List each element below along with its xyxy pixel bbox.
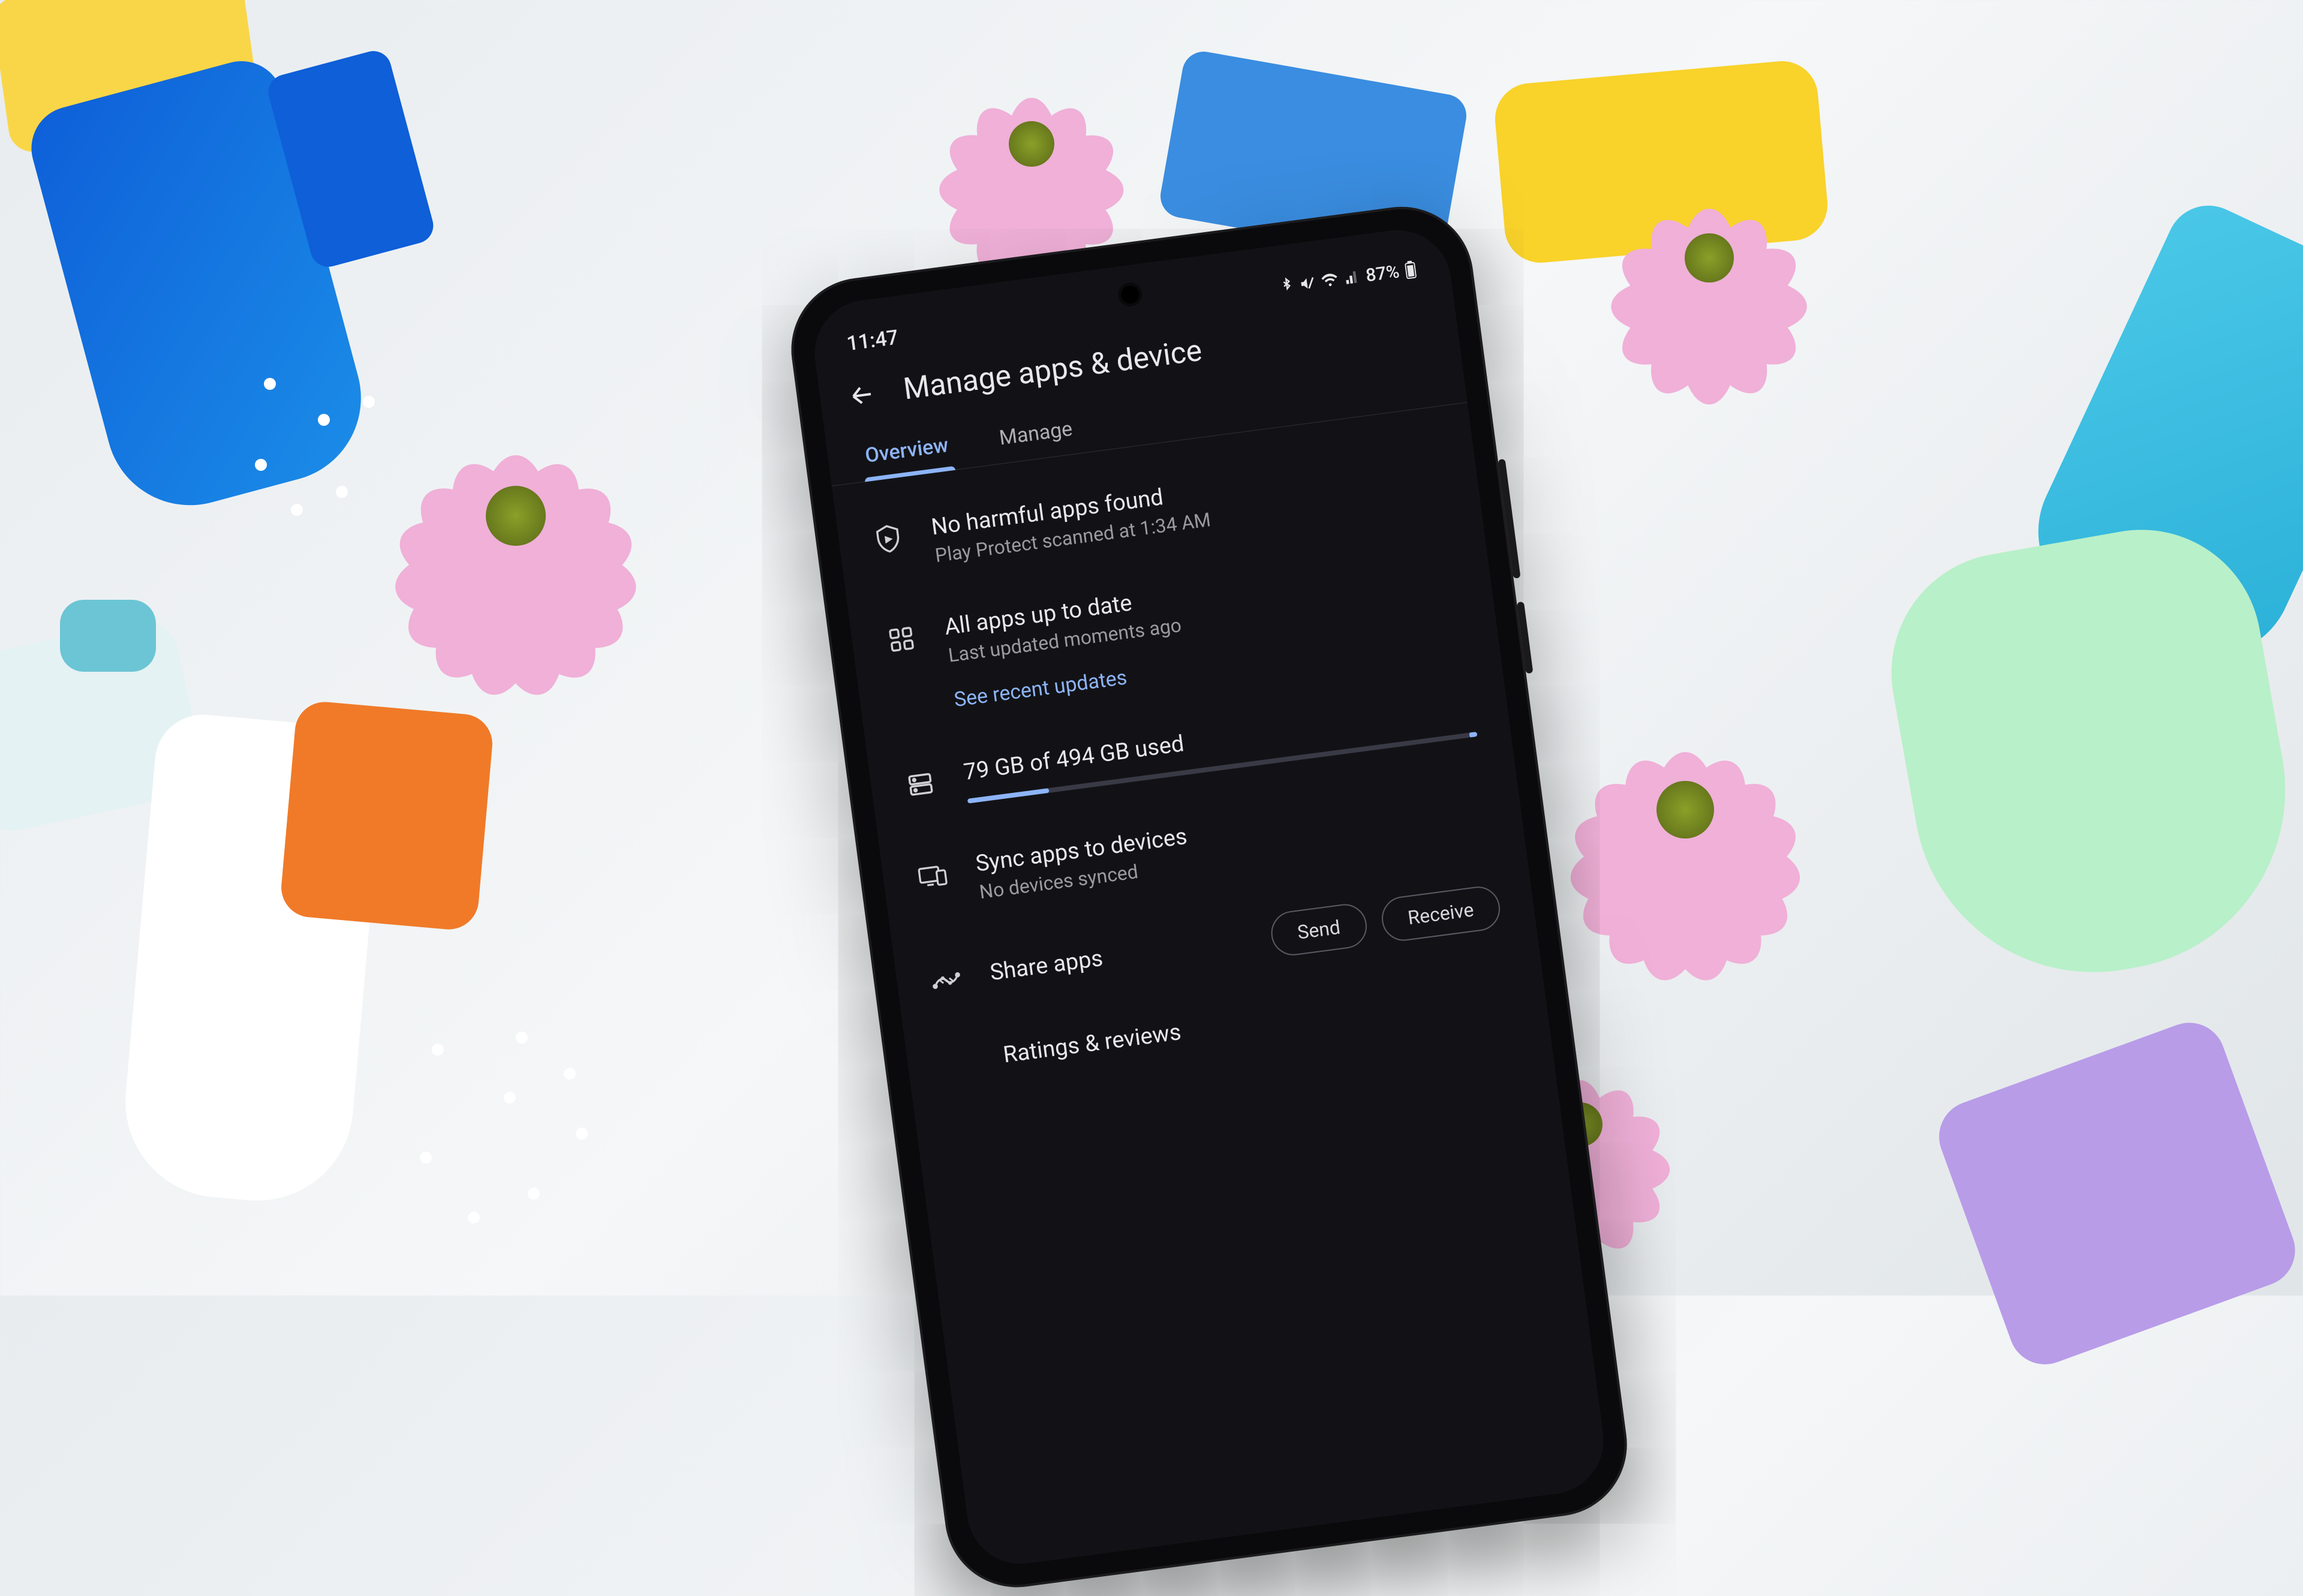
battery-icon — [1404, 260, 1417, 279]
bg-babys-breath-1 — [228, 360, 408, 540]
arrow-back-icon — [847, 380, 877, 410]
status-time: 11:47 — [845, 325, 900, 356]
mute-icon — [1298, 275, 1316, 292]
battery-percent: 87% — [1364, 261, 1400, 286]
bg-glove-green — [1872, 511, 2303, 1001]
send-button[interactable]: Send — [1268, 901, 1369, 958]
shield-icon — [871, 522, 906, 557]
bg-squeegee-purple — [1929, 1012, 2303, 1374]
bg-flower-1 — [390, 390, 642, 642]
phone-volume-button — [1498, 459, 1521, 579]
receive-button[interactable]: Receive — [1379, 884, 1502, 943]
bg-brush-handle — [60, 600, 156, 672]
bg-flower-4 — [1565, 690, 1805, 930]
see-recent-updates-link[interactable]: See recent updates — [952, 666, 1128, 713]
phone-screen: 11:47 87% — [808, 224, 1610, 1570]
storage-icon — [903, 767, 938, 802]
apps-grid-icon — [884, 622, 919, 657]
storage-progress-dot — [1469, 732, 1477, 740]
share-apps-label: Share apps — [988, 927, 1244, 986]
bg-babys-breath-2 — [384, 1020, 624, 1260]
wifi-icon — [1319, 272, 1339, 289]
signal-icon — [1343, 269, 1361, 285]
bluetooth-icon — [1279, 276, 1295, 296]
phone-power-button — [1517, 602, 1534, 674]
share-icon — [929, 963, 964, 998]
storage-progress-fill — [967, 788, 1050, 804]
bg-flower-2 — [936, 48, 1128, 240]
content-list: No harmful apps found Play Protect scann… — [832, 402, 1546, 1081]
devices-icon — [915, 858, 950, 893]
bg-sprayer-orange — [279, 699, 495, 931]
bg-flower-3 — [1607, 156, 1811, 360]
phone-device: 11:47 87% — [783, 198, 1635, 1596]
back-button[interactable] — [844, 378, 879, 413]
